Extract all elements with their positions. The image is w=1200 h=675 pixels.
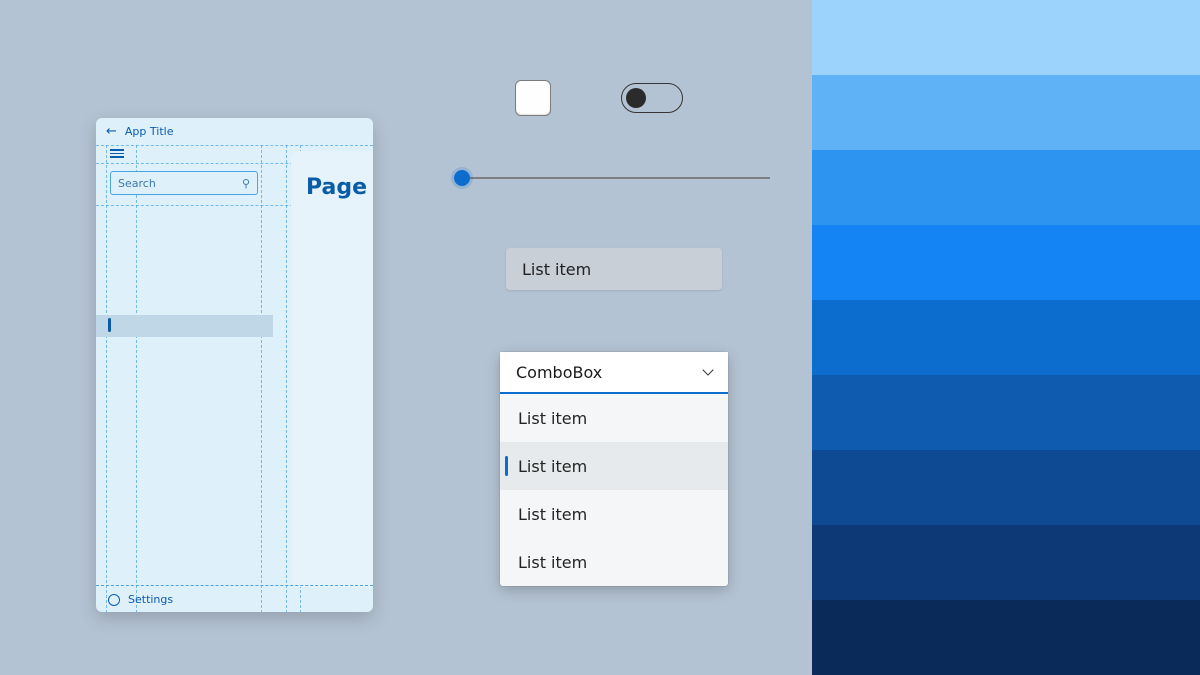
guide-line [106,145,107,612]
gear-icon [108,594,120,606]
combobox-item-label: List item [518,409,587,428]
swatch-1 [812,0,1200,75]
app-wireframe-panel: ← App Title Search ⚲ Page T Settings [96,118,373,612]
page-title: Page T [306,175,373,200]
swatch-4 [812,225,1200,300]
combobox-item-label: List item [518,457,587,476]
swatch-8 [812,525,1200,600]
list-item-pill[interactable]: List item [506,248,722,290]
guide-line [286,145,287,612]
color-swatch-column [812,0,1200,675]
list-item-label: List item [522,260,591,279]
swatch-3 [812,150,1200,225]
combobox-item[interactable]: List item [500,442,728,490]
combobox-item-label: List item [518,553,587,572]
guide-line [96,145,373,146]
search-input[interactable]: Search ⚲ [110,171,258,195]
hamburger-icon[interactable] [110,149,124,158]
toggle-switch[interactable] [621,83,683,113]
slider-track [460,177,770,179]
guide-line [136,145,137,612]
content-card [291,151,373,587]
combobox-item[interactable]: List item [500,394,728,442]
chevron-down-icon [702,366,714,378]
settings-item[interactable]: Settings [96,585,373,612]
search-icon: ⚲ [242,177,250,190]
app-titlebar: ← App Title [96,118,373,145]
combobox-item[interactable]: List item [500,538,728,586]
slider[interactable] [430,168,760,188]
combobox[interactable]: ComboBox List item List item List item L… [500,352,728,586]
toggle-thumb [626,88,646,108]
swatch-5 [812,300,1200,375]
app-title: App Title [125,125,174,138]
swatch-7 [812,450,1200,525]
guide-line [261,145,262,612]
settings-label: Settings [128,593,173,606]
nav-item-selected[interactable] [96,315,273,337]
combobox-item[interactable]: List item [500,490,728,538]
back-arrow-icon[interactable]: ← [106,124,117,139]
swatch-2 [812,75,1200,150]
combobox-item-label: List item [518,505,587,524]
app-body: Search ⚲ Page T Settings [96,145,373,612]
slider-thumb[interactable] [454,170,470,186]
combobox-label: ComboBox [516,363,602,382]
search-placeholder: Search [118,177,156,190]
combobox-header[interactable]: ComboBox [500,352,728,394]
controls-column: List item ComboBox List item List item L… [430,80,760,586]
swatch-6 [812,375,1200,450]
nav-selection-indicator [108,318,111,332]
swatch-9 [812,600,1200,675]
checkbox[interactable] [515,80,551,116]
